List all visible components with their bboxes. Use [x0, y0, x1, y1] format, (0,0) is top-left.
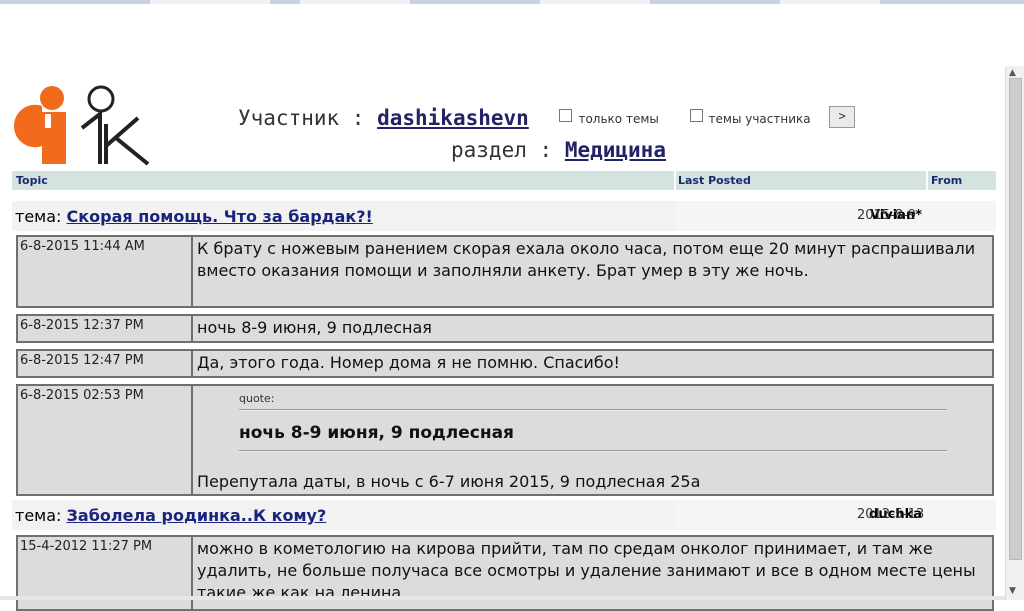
topic-row: тема: Заболела родинка..К кому? duchka 2… [12, 500, 996, 530]
post-text-with-quote: quote: ночь 8-9 июня, 9 подлесная Перепу… [195, 386, 992, 494]
col-topic[interactable]: Topic [16, 174, 48, 187]
quote-bottom-rule [239, 450, 947, 452]
table-header: Topic Last Posted From [12, 171, 996, 190]
section-label: раздел : [451, 138, 553, 162]
topic-date: 2012-5-13 [857, 507, 925, 522]
go-button[interactable]: > [829, 106, 856, 128]
col-from[interactable]: From [931, 174, 962, 187]
page-top-band [0, 4, 1024, 66]
scroll-up-icon[interactable]: ▲ [1009, 68, 1016, 78]
horizontal-scrollbar[interactable] [0, 596, 1024, 600]
site-logo-icon [13, 85, 150, 166]
quote-text: ночь 8-9 июня, 9 подлесная [239, 423, 514, 443]
topics-only-checkbox[interactable] [559, 108, 573, 122]
topic-title-link[interactable]: Скорая помощь. Что за бардак?! [67, 207, 373, 226]
post-date: 6-8-2015 12:37 PM [18, 316, 193, 341]
scroll-thumb[interactable] [1009, 78, 1022, 560]
post-text: Да, этого года. Номер дома я не помню. С… [197, 353, 620, 372]
vertical-scrollbar[interactable]: ▲ ▼ [1005, 66, 1024, 600]
section-link[interactable]: Медицина [565, 138, 666, 162]
member-name-link[interactable]: dashikashevn [377, 106, 529, 130]
post-date: 6-8-2015 02:53 PM [18, 386, 193, 494]
post-row: 6-8-2015 11:44 AM К брату с ножевым ране… [16, 235, 994, 308]
topic-prefix: тема: [15, 506, 62, 525]
post-row: 6-8-2015 02:53 PM quote: ночь 8-9 июня, … [16, 384, 994, 496]
post-text: К брату с ножевым ранением скорая ехала … [197, 239, 976, 280]
post-reply-text: Перепутала даты, в ночь с 6-7 июня 2015,… [197, 472, 701, 491]
post-date: 6-8-2015 12:47 PM [18, 351, 193, 376]
post-row: 6-8-2015 12:47 PM Да, этого года. Номер … [16, 349, 994, 378]
section-header: раздел : Медицина [451, 138, 666, 162]
member-topics-checkbox[interactable] [689, 108, 703, 122]
scroll-down-icon[interactable]: ▼ [1009, 586, 1016, 596]
post-row: 6-8-2015 12:37 PM ночь 8-9 июня, 9 подле… [16, 314, 994, 343]
topic-title-link[interactable]: Заболела родинка..К кому? [67, 506, 327, 525]
member-header: Участник : dashikashevn только темы темы… [238, 106, 856, 130]
member-topics-label: темы участника [708, 112, 811, 126]
quote-top-rule [239, 409, 947, 411]
post-date: 6-8-2015 11:44 AM [18, 237, 193, 306]
post-text: ночь 8-9 июня, 9 подлесная [197, 318, 432, 337]
member-label: Участник : [238, 106, 365, 130]
topic-date: 2015-8-9 [857, 208, 917, 223]
topic-row: тема: Скорая помощь. Что за бардак?! Viv… [12, 201, 996, 231]
topics-only-label: только темы [578, 112, 659, 126]
topic-prefix: тема: [15, 207, 62, 226]
quote-label: quote: [239, 392, 275, 405]
col-last-posted[interactable]: Last Posted [678, 174, 751, 187]
